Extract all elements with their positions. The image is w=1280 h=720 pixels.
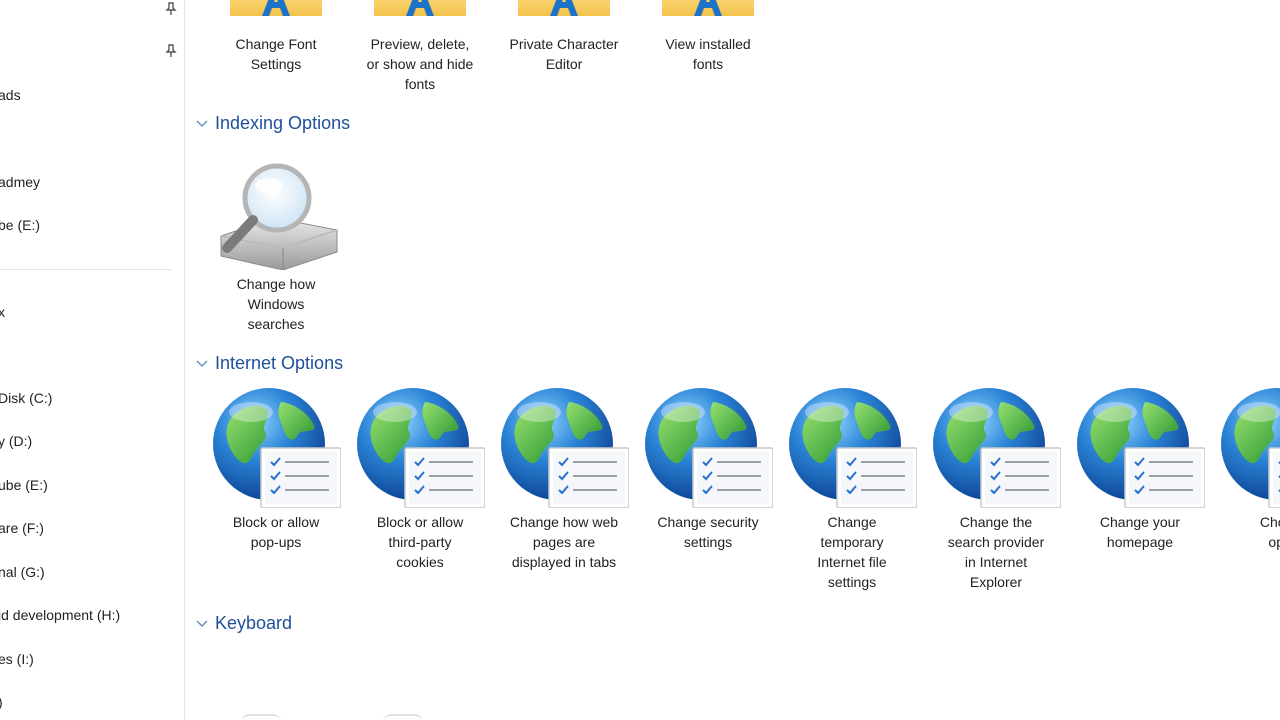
- nav-item-drive-i[interactable]: es (I:): [0, 648, 34, 670]
- keyboard-icon-edge: [383, 714, 423, 720]
- internet-options-globe-icon: [643, 388, 773, 508]
- tile-choose-open[interactable]: Choose open: [1214, 388, 1280, 552]
- nav-item-label: ): [0, 694, 3, 710]
- tile-change-security-settings[interactable]: Change security settings: [638, 388, 778, 552]
- nav-item-admey[interactable]: admey: [0, 171, 40, 193]
- nav-item-label: be (E:): [0, 217, 41, 233]
- control-panel-content: Change Font Settings Preview, delete, or…: [185, 0, 1280, 720]
- nav-item-x[interactable]: x: [0, 301, 5, 323]
- internet-options-globe-icon: [1075, 388, 1205, 508]
- tile-private-character-editor[interactable]: Private Character Editor: [494, 0, 634, 74]
- font-folder-icon: [658, 0, 758, 28]
- chevron-down-icon: [196, 620, 208, 628]
- tile-label: Block or allow third-party cookies: [376, 514, 464, 570]
- nav-item-drive-e[interactable]: be (E:): [0, 214, 40, 236]
- nav-item-label: Disk (C:): [0, 390, 53, 406]
- internet-options-globe-icon: [1219, 388, 1280, 508]
- nav-item-drive-g[interactable]: nal (G:): [0, 561, 45, 583]
- tile-block-allow-cookies[interactable]: Block or allow third-party cookies: [350, 388, 490, 572]
- section-header-indexing-options[interactable]: Indexing Options: [195, 111, 350, 135]
- chevron-down-icon: [196, 360, 208, 368]
- chevron-down-icon: [196, 120, 208, 128]
- tile-block-allow-popups[interactable]: Block or allow pop-ups: [206, 388, 346, 552]
- section-header-keyboard[interactable]: Keyboard: [195, 611, 292, 635]
- tile-view-installed-fonts[interactable]: View installed fonts: [638, 0, 778, 74]
- nav-item-drive-c[interactable]: Disk (C:): [0, 387, 52, 409]
- tile-label: Change how Windows searches: [236, 276, 316, 332]
- pin-icon[interactable]: [164, 2, 178, 16]
- internet-options-globe-icon: [499, 388, 629, 508]
- tile-label: Change the search provider in Internet E…: [947, 514, 1045, 590]
- tile-preview-delete-fonts[interactable]: Preview, delete, or show and hide fonts: [350, 0, 490, 94]
- tile-label: Change temporary Internet file settings: [817, 514, 887, 590]
- nav-item-drive-d[interactable]: y (D:): [0, 430, 32, 452]
- tile-label: Change how web pages are displayed in ta…: [509, 514, 619, 570]
- nav-item-drive-f[interactable]: are (F:): [0, 517, 44, 539]
- internet-options-globe-icon: [931, 388, 1061, 508]
- internet-options-globe-icon: [211, 388, 341, 508]
- font-folder-icon: [226, 0, 326, 28]
- font-folder-icon: [370, 0, 470, 28]
- tile-label: Block or allow pop-ups: [232, 514, 320, 550]
- nav-item-downloads[interactable]: ads: [0, 84, 21, 106]
- internet-options-globe-icon: [355, 388, 485, 508]
- tile-change-homepage[interactable]: Change your homepage: [1070, 388, 1210, 552]
- nav-item-label: ads: [0, 87, 21, 103]
- navigation-pane: ads admey be (E:) x Disk (C:) y (D:) ube…: [0, 0, 185, 720]
- nav-item-label: x: [0, 304, 5, 320]
- nav-item-label: id development (H:): [0, 607, 121, 623]
- pin-icon[interactable]: [164, 44, 178, 58]
- tile-label: Change Font Settings: [235, 36, 317, 72]
- tile-change-search-provider[interactable]: Change the search provider in Internet E…: [926, 388, 1066, 592]
- nav-item-label: y (D:): [0, 433, 33, 449]
- nav-item-label: are (F:): [0, 520, 44, 536]
- section-title: Internet Options: [215, 352, 344, 373]
- tile-change-font-settings[interactable]: Change Font Settings: [206, 0, 346, 74]
- nav-item-label: ube (E:): [0, 477, 48, 493]
- internet-options-globe-icon: [787, 388, 917, 508]
- tile-label: Change security settings: [657, 514, 759, 550]
- tile-label: Choose open: [1259, 514, 1280, 550]
- indexing-magnifier-icon: [220, 163, 338, 270]
- tile-change-tabs-display[interactable]: Change how web pages are displayed in ta…: [494, 388, 634, 572]
- nav-item-label: es (I:): [0, 651, 34, 667]
- nav-item-drive-h[interactable]: id development (H:): [0, 604, 120, 626]
- tile-label: View installed fonts: [665, 36, 751, 72]
- tile-label: Private Character Editor: [509, 36, 619, 72]
- nav-item-label: nal (G:): [0, 564, 45, 580]
- tile-temporary-internet-files[interactable]: Change temporary Internet file settings: [782, 388, 922, 592]
- keyboard-icon-edge: [241, 714, 281, 720]
- section-header-internet-options[interactable]: Internet Options: [195, 351, 343, 375]
- nav-item-label: admey: [0, 174, 41, 190]
- tile-label: Preview, delete, or show and hide fonts: [366, 36, 474, 92]
- nav-item-drive-j[interactable]: ): [0, 691, 3, 713]
- nav-divider: [0, 269, 172, 270]
- section-title: Keyboard: [215, 612, 293, 633]
- font-folder-icon: [514, 0, 614, 28]
- tile-label: Change your homepage: [1099, 514, 1181, 550]
- tile-change-how-windows-searches[interactable]: Change how Windows searches: [206, 160, 346, 334]
- nav-item-drive-e2[interactable]: ube (E:): [0, 474, 48, 496]
- section-title: Indexing Options: [215, 112, 351, 133]
